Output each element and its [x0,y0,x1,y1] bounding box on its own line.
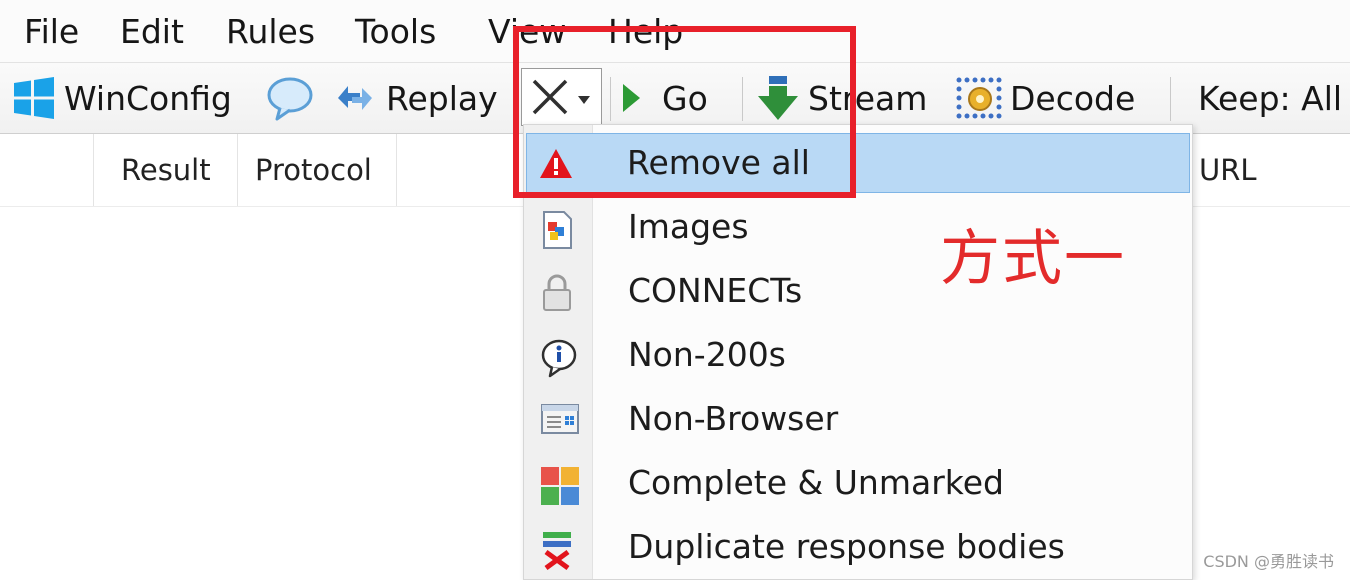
window-icon [540,402,579,436]
speech-bubble-icon [266,75,314,121]
menu-item-label: Non-200s [628,335,786,374]
keep-dropdown[interactable]: Keep: All [1198,73,1342,123]
warning-icon [539,147,573,181]
menu-help[interactable]: Help [608,12,683,52]
chevron-down-icon [576,91,592,110]
column-header-result[interactable]: Result [121,134,211,206]
menu-item-label: Non-Browser [628,399,839,438]
menu-item-non-200s[interactable]: Non-200s [528,325,1188,385]
image-icon [540,210,574,249]
menu-item-label: Images [628,207,749,246]
lock-icon [540,274,574,311]
stream-button[interactable]: Stream [756,73,927,123]
stream-arrow-icon [756,74,800,122]
decode-gear-icon [954,75,1002,121]
comment-button[interactable] [266,73,322,123]
menu-item-label: Remove all [627,143,810,182]
menu-file[interactable]: File [24,12,79,52]
toolbar-separator [610,77,611,121]
replay-label: Replay [386,78,498,118]
replay-arrows-icon [332,76,378,120]
winconfig-label: WinConfig [64,78,232,118]
remove-sessions-button[interactable] [521,68,602,126]
column-divider [396,134,397,206]
toolbar-separator [742,77,743,121]
menu-bar: File Edit Rules Tools View Help [0,0,1350,63]
remove-dropdown-menu: Remove all Images CONNECTs Non-200s Non-… [523,124,1193,580]
column-header-protocol[interactable]: Protocol [255,134,372,206]
stream-label: Stream [808,78,928,118]
go-label: Go [662,78,708,118]
menu-item-label: CONNECTs [628,271,803,310]
menu-item-duplicate-bodies[interactable]: Duplicate response bodies [528,517,1188,577]
menu-item-remove-all[interactable]: Remove all [526,133,1190,193]
replay-button[interactable]: Replay [332,73,498,123]
decode-button[interactable]: Decode [954,73,1135,123]
watermark: CSDN @勇胜读书 [1203,552,1334,571]
menu-tools[interactable]: Tools [355,12,436,52]
menu-view[interactable]: View [488,12,566,52]
play-icon [620,81,642,115]
go-button[interactable]: Go [620,73,708,123]
menu-edit[interactable]: Edit [120,12,184,52]
duplicate-remove-icon [540,530,574,571]
tiles-icon [540,466,579,505]
column-divider [237,134,238,206]
column-header-url[interactable]: URL [1199,134,1257,206]
menu-item-label: Duplicate response bodies [628,527,1065,566]
menu-item-complete-unmarked[interactable]: Complete & Unmarked [528,453,1188,513]
menu-item-label: Complete & Unmarked [628,463,1004,502]
close-x-icon [528,75,572,123]
annotation-text: 方式一 [940,224,1126,294]
keep-label: Keep: All [1198,78,1343,118]
menu-item-non-browser[interactable]: Non-Browser [528,389,1188,449]
menu-rules[interactable]: Rules [226,12,315,52]
info-icon [540,338,577,378]
toolbar-separator [1170,77,1171,121]
column-divider [93,134,94,206]
windows-logo-icon [12,76,56,120]
winconfig-button[interactable]: WinConfig [12,73,232,123]
decode-label: Decode [1010,78,1136,118]
